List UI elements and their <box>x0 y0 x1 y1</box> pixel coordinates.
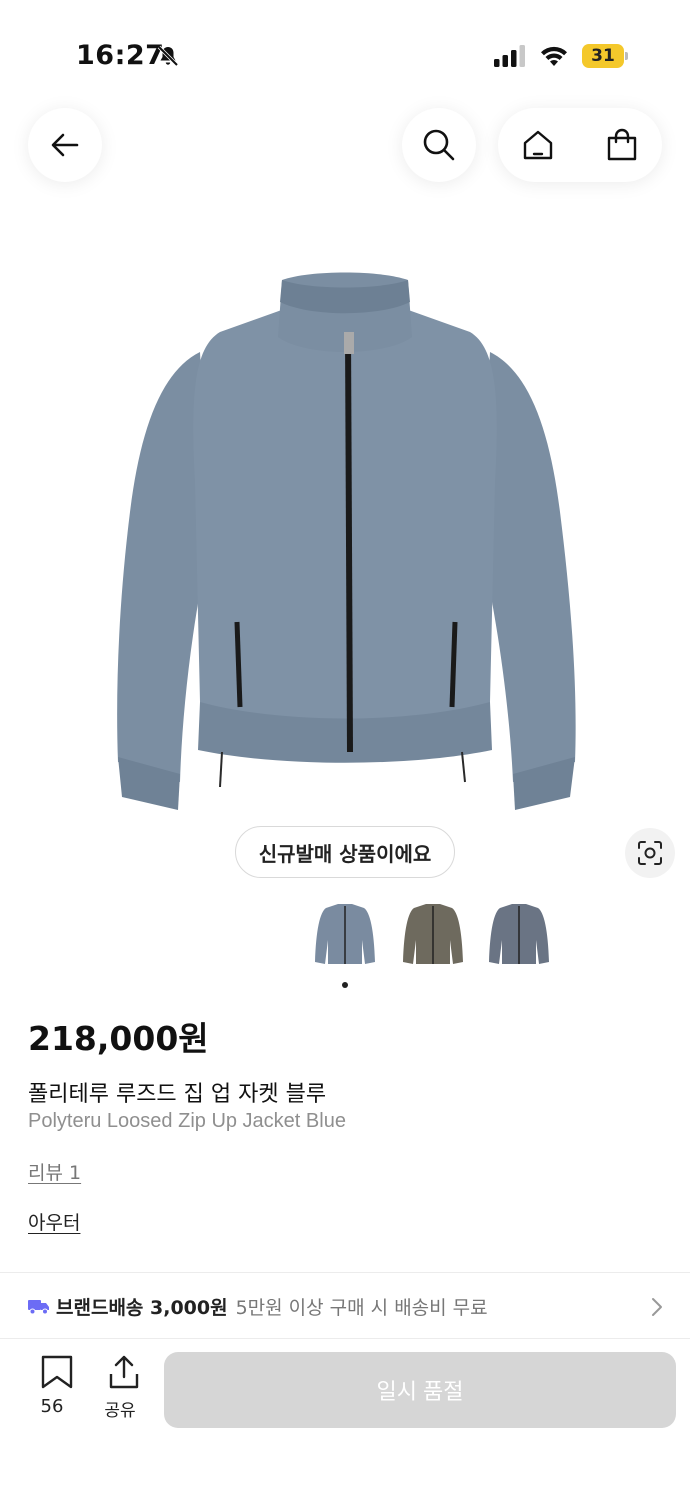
bookmark-icon <box>41 1355 72 1389</box>
battery-indicator: 31 <box>582 44 628 68</box>
cart-button[interactable] <box>602 125 642 165</box>
carousel-indicator <box>342 982 348 988</box>
search-icon <box>423 129 455 161</box>
shopping-bag-icon <box>607 128 637 161</box>
share-icon <box>109 1355 138 1389</box>
cellular-signal-icon <box>494 45 525 67</box>
status-time: 16:27 <box>76 40 165 71</box>
product-name-korean: 폴리테루 루즈드 집 업 자켓 블루 <box>28 1082 327 1107</box>
thumbnail-strip <box>312 900 552 972</box>
shipping-info-row[interactable]: 브랜드배송 3,000원 5만원 이상 구매 시 배송비 무료 <box>0 1274 690 1338</box>
wifi-icon <box>541 46 567 66</box>
camera-search-icon <box>638 841 662 865</box>
category-link[interactable]: 아우터 <box>28 1208 80 1235</box>
product-price: 218,000원 <box>28 1019 209 1058</box>
bookmark-button[interactable]: 56 <box>26 1354 78 1424</box>
shipping-fee: 브랜드배송 3,000원 <box>56 1296 228 1319</box>
nav-action-group <box>498 108 662 182</box>
home-icon <box>523 130 553 160</box>
share-label: 공유 <box>104 1401 136 1421</box>
chevron-right-icon <box>652 1298 662 1316</box>
product-image[interactable] <box>100 262 590 822</box>
thumbnail-blue[interactable] <box>312 900 378 972</box>
bookmark-count: 56 <box>40 1396 64 1417</box>
battery-level: 31 <box>591 46 615 66</box>
review-link[interactable]: 리뷰 1 <box>28 1158 81 1185</box>
thumbnail-gray[interactable] <box>486 900 552 972</box>
back-arrow-icon <box>51 133 79 157</box>
thumbnail-olive[interactable] <box>400 900 466 972</box>
image-search-button[interactable] <box>625 828 675 878</box>
home-button[interactable] <box>518 125 558 165</box>
share-button[interactable]: 공유 <box>96 1354 144 1424</box>
free-shipping-condition: 5만원 이상 구매 시 배송비 무료 <box>235 1296 488 1319</box>
truck-icon <box>28 1300 49 1315</box>
new-release-badge: 신규발매 상품이에요 <box>235 826 455 878</box>
temporarily-sold-out-button[interactable]: 일시 품절 <box>164 1352 676 1428</box>
bell-muted-icon <box>157 45 179 67</box>
status-bar: 16:27 31 <box>0 0 690 110</box>
divider <box>0 1272 690 1273</box>
product-name-english: Polyteru Loosed Zip Up Jacket Blue <box>28 1110 346 1132</box>
back-button[interactable] <box>28 108 102 182</box>
divider <box>0 1338 690 1339</box>
search-button[interactable] <box>402 108 476 182</box>
